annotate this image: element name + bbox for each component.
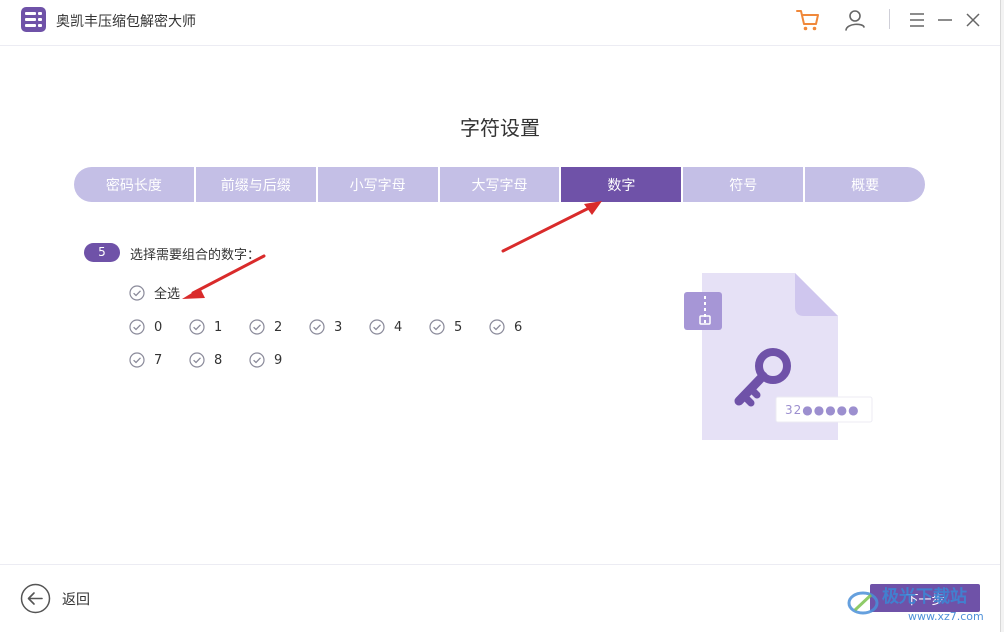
step-number-badge: 5	[84, 243, 120, 262]
check-circle-icon	[129, 284, 145, 301]
select-all-label: 全选	[154, 287, 181, 302]
digit-label: 1	[214, 319, 223, 335]
tab-prefix-suffix[interactable]: 前缀与后缀	[195, 167, 316, 202]
cart-icon[interactable]	[795, 7, 821, 33]
settings-tabs: 密码长度 前缀与后缀 小写字母 大写字母 数字 符号 概要	[74, 167, 925, 202]
titlebar-separator	[889, 9, 890, 29]
zip-key-illustration: 32●●●●●	[684, 273, 873, 440]
app-logo-icon	[21, 7, 46, 32]
menu-icon[interactable]	[904, 7, 930, 33]
close-icon[interactable]	[960, 7, 986, 33]
annotation-arrow-tab	[501, 201, 602, 253]
digit-checkbox-2[interactable]: 2	[249, 319, 282, 335]
digit-checkbox-5[interactable]: 5	[429, 319, 462, 335]
digit-label: 6	[514, 319, 523, 335]
digit-checkbox-0[interactable]: 0	[129, 319, 162, 335]
select-all-checkbox[interactable]: 全选	[129, 283, 180, 302]
check-circle-icon	[129, 352, 145, 368]
digit-label: 0	[154, 319, 163, 335]
digit-label: 9	[274, 352, 283, 368]
check-circle-icon	[489, 319, 505, 335]
check-circle-icon	[129, 319, 145, 335]
digit-label: 8	[214, 352, 223, 368]
digit-checkbox-7[interactable]: 7	[129, 352, 162, 368]
digit-checkbox-3[interactable]: 3	[309, 319, 342, 335]
footer-divider	[0, 564, 1000, 565]
step-instruction: 选择需要组合的数字：	[130, 248, 261, 263]
check-circle-icon	[249, 352, 265, 368]
background-window-edge	[1000, 0, 1004, 632]
minimize-icon[interactable]	[932, 7, 958, 33]
digit-label: 5	[454, 319, 463, 335]
check-circle-icon	[309, 319, 325, 335]
check-circle-icon	[249, 319, 265, 335]
page-title: 字符设置	[460, 116, 540, 140]
password-hint-text: 32●●●●●	[785, 403, 860, 417]
tab-symbols[interactable]: 符号	[683, 167, 804, 202]
check-circle-icon	[189, 352, 205, 368]
tab-lowercase[interactable]: 小写字母	[317, 167, 438, 202]
back-arrow-icon	[20, 583, 51, 614]
tab-digits[interactable]: 数字	[561, 167, 682, 202]
check-circle-icon	[189, 319, 205, 335]
check-circle-icon	[369, 319, 385, 335]
digit-label: 2	[274, 319, 283, 335]
digit-label: 4	[394, 319, 403, 335]
digit-checkbox-4[interactable]: 4	[369, 319, 402, 335]
check-circle-icon	[429, 319, 445, 335]
digit-checkbox-9[interactable]: 9	[249, 352, 282, 368]
digit-checkbox-6[interactable]: 6	[489, 319, 522, 335]
digit-checkbox-8[interactable]: 8	[189, 352, 222, 368]
tab-uppercase[interactable]: 大写字母	[439, 167, 560, 202]
tab-summary[interactable]: 概要	[805, 167, 925, 202]
digit-label: 3	[334, 319, 343, 335]
user-icon[interactable]	[843, 7, 869, 33]
digit-checkbox-1[interactable]: 1	[189, 319, 222, 335]
back-button[interactable]: 返回	[20, 583, 90, 614]
back-label: 返回	[62, 591, 90, 608]
app-title: 奥凯丰压缩包解密大师	[56, 14, 196, 30]
next-step-button[interactable]: 下一步	[870, 584, 980, 612]
title-bar: 奥凯丰压缩包解密大师	[0, 0, 1000, 46]
tab-password-length[interactable]: 密码长度	[74, 167, 194, 202]
digit-label: 7	[154, 352, 163, 368]
